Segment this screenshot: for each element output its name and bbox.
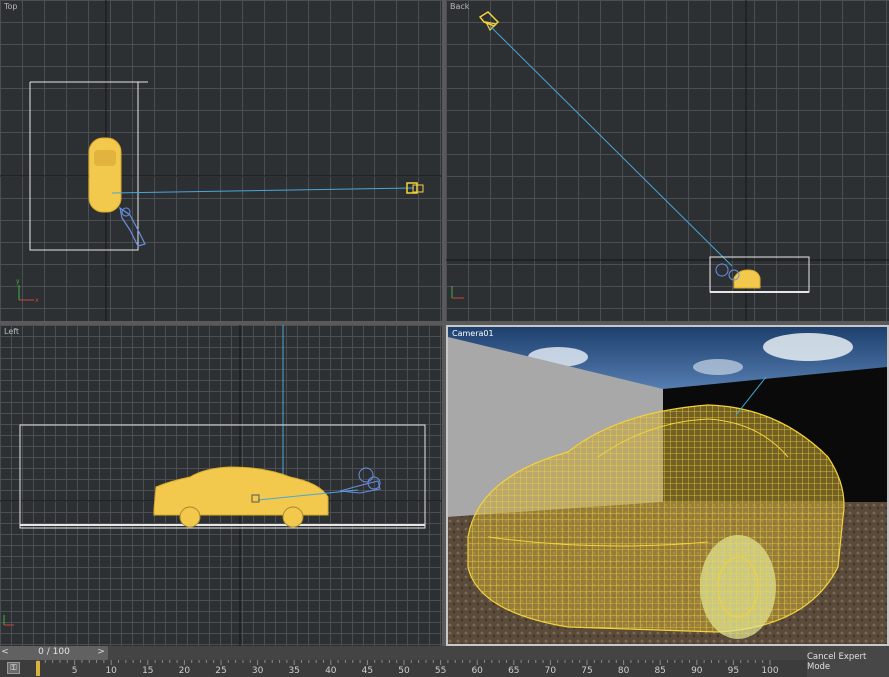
trackbar-tick-label: 80 xyxy=(617,666,630,676)
trackbar-tick-label: 45 xyxy=(361,666,374,676)
time-slider[interactable]: < 0 / 100 > xyxy=(0,646,108,660)
svg-text:y: y xyxy=(16,278,20,285)
trackbar-tick-label: 60 xyxy=(471,666,483,676)
current-frame-marker[interactable] xyxy=(36,661,40,676)
viewport-camera[interactable]: Camera01 xyxy=(446,325,889,646)
car-side-view[interactable] xyxy=(153,466,329,528)
viewport-back-scene xyxy=(446,0,889,321)
time-slider-frame: 0 / 100 xyxy=(38,647,70,657)
viewport-left[interactable]: Left xyxy=(0,325,442,646)
trackbar-tick-label: 10 xyxy=(105,666,117,676)
trackbar-tick-label: 85 xyxy=(654,666,666,676)
trackbar[interactable]: ⚿ 5 10 15 20 25 30 35 40 45 50 55 60 65 70 75 80 85 90 95 1… xyxy=(0,660,807,677)
viewport-camera-label[interactable]: Camera01 xyxy=(452,329,494,338)
trackbar-tick-label: 55 xyxy=(434,666,447,676)
trackbar-tick-label: 90 xyxy=(691,666,703,676)
svg-text:x: x xyxy=(35,297,39,304)
trackbar-tick-label: 5 xyxy=(71,666,78,676)
axis-tripod-icon xyxy=(451,286,464,299)
time-slider-bar[interactable]: < 0 / 100 > xyxy=(0,646,889,660)
car-top-view[interactable] xyxy=(88,137,122,213)
trackbar-tick-label: 25 xyxy=(215,666,227,676)
camera-icon[interactable] xyxy=(339,467,381,494)
viewport-back[interactable]: Back xyxy=(446,0,889,321)
viewport-camera-render xyxy=(448,327,887,644)
axis-tripod-icon: x y xyxy=(16,278,39,304)
trackbar-tick-label: 50 xyxy=(398,666,410,676)
viewport-top-scene: x y xyxy=(0,0,442,321)
cancel-expert-mode-button[interactable]: Cancel Expert Mode xyxy=(807,646,889,677)
time-next-button[interactable]: > xyxy=(96,647,106,657)
trackbar-tick-label: 95 xyxy=(727,666,740,676)
trackbar-tick-label: 75 xyxy=(581,666,593,676)
direct-light-icon[interactable] xyxy=(478,11,500,32)
trackbar-tick-label: 30 xyxy=(251,666,264,676)
trackbar-tick-label: 35 xyxy=(288,666,300,676)
trackbar-tick-label: 40 xyxy=(325,666,337,676)
viewport-left-scene xyxy=(0,325,442,646)
time-prev-button[interactable]: < xyxy=(0,647,10,657)
trackbar-tick-label: 70 xyxy=(544,666,557,676)
camera-icon[interactable] xyxy=(119,206,146,247)
trackbar-tick-label: 65 xyxy=(508,666,520,676)
trackbar-tick-label: 100 xyxy=(761,666,779,676)
axis-tripod-icon xyxy=(3,615,14,626)
viewport-top[interactable]: Top x y xyxy=(0,0,442,321)
trackbar-tick-label: 15 xyxy=(142,666,154,676)
trackbar-tick-label: 20 xyxy=(178,666,191,676)
